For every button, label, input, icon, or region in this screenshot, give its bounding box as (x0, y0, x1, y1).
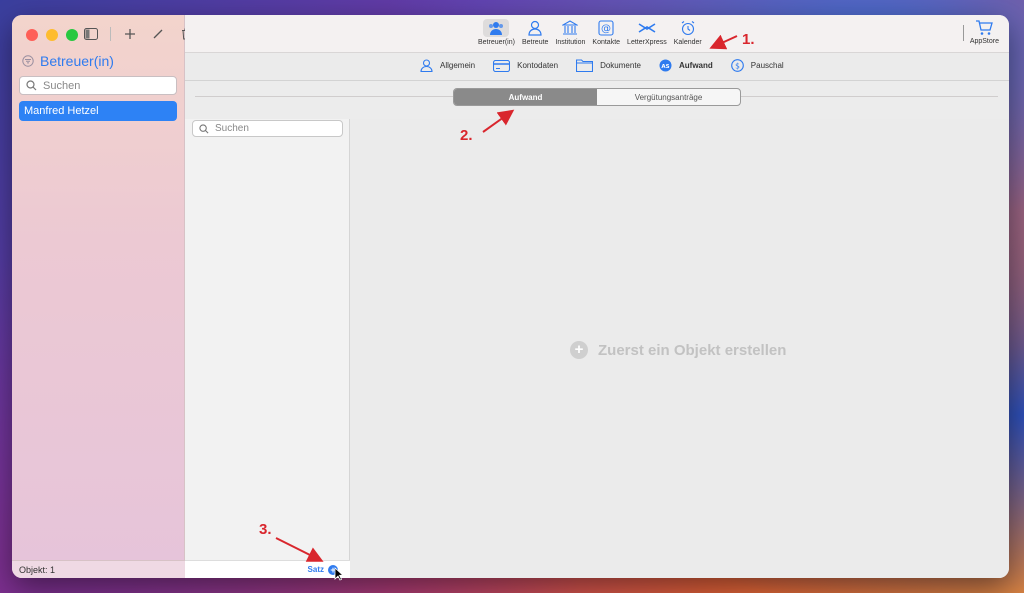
toolbar-item-label: Betreuer(in) (478, 39, 515, 46)
segmented-control-row: Aufwand Vergütungsanträge (185, 88, 1009, 106)
empty-state: + Zuerst ein Objekt erstellen (570, 341, 786, 359)
annotation-label-1: 1. (742, 31, 755, 48)
subtab-label: Dokumente (600, 61, 641, 70)
main-toolbar: Betreuer(in) Betreute Institution @ Kont… (185, 15, 1009, 53)
window-controls (26, 29, 78, 41)
search-icon (26, 80, 37, 91)
sidebar-header[interactable]: Betreuer(in) (22, 53, 114, 69)
record-list-pane: Suchen Satz + (185, 119, 350, 578)
add-satz-label[interactable]: Satz (308, 565, 324, 574)
object-count: Objekt: 1 (12, 560, 185, 578)
subtab-pauschal[interactable]: $ Pauschal (730, 59, 784, 72)
toolbar-item-betreute[interactable]: Betreute (522, 19, 548, 46)
svg-text:$: $ (735, 61, 740, 70)
sidebar-toolbar (82, 25, 195, 43)
subtab-label: Pauschal (750, 61, 784, 70)
appstore-label: AppStore (969, 38, 999, 45)
toolbar-item-label: Kontakte (592, 39, 621, 46)
toolbar-item-label: Kalender (673, 39, 702, 46)
segmented-control: Aufwand Vergütungsanträge (453, 88, 741, 106)
at-card-icon: @ (598, 20, 614, 36)
person-icon (528, 20, 542, 36)
bank-icon (562, 20, 579, 35)
sidebar: Betreuer(in) Suchen Manfred Hetzel Objek… (12, 15, 191, 578)
sidebar-search-placeholder: Suchen (43, 79, 81, 92)
toolbar-item-kalender[interactable]: Kalender (674, 19, 702, 46)
subtab-aufwand[interactable]: AS Aufwand (659, 59, 713, 72)
toolbar-item-betreuer[interactable]: Betreuer(in) (478, 19, 515, 46)
edit-icon[interactable] (149, 25, 167, 43)
svg-text:@: @ (601, 24, 611, 35)
subtab-allgemein[interactable]: Allgemein (420, 59, 475, 72)
cart-icon (976, 20, 994, 35)
annotation-label-3: 3. (259, 521, 272, 538)
list-item-selected[interactable]: Manfred Hetzel (19, 101, 177, 121)
zoom-window-button[interactable] (66, 29, 78, 41)
close-window-button[interactable] (26, 29, 38, 41)
dollar-circle-icon: $ (730, 59, 744, 72)
subtab-dokumente[interactable]: Dokumente (576, 59, 641, 72)
segment-verguetungsantraege[interactable]: Vergütungsanträge (597, 89, 740, 105)
list-search-placeholder: Suchen (215, 123, 249, 134)
toolbar-divider (110, 27, 111, 41)
letterxpress-icon (638, 23, 656, 33)
empty-state-text: Zuerst ein Objekt erstellen (598, 341, 787, 359)
subtab-label: Kontodaten (517, 61, 559, 70)
sub-tab-bar: Allgemein Kontodaten Dokumente AS Aufwan… (185, 53, 1009, 81)
toolbar-item-letterxpress[interactable]: LetterXpress (627, 19, 667, 46)
svg-text:AS: AS (661, 64, 669, 70)
segment-aufwand[interactable]: Aufwand (454, 89, 597, 105)
subtab-label: Allgemein (440, 61, 476, 70)
person-outline-icon (420, 59, 433, 72)
add-icon[interactable] (121, 25, 139, 43)
main-content: Betreuer(in) Betreute Institution @ Kont… (185, 15, 1009, 578)
filter-icon[interactable] (22, 55, 34, 67)
toolbar-item-label: Institution (555, 39, 586, 46)
sidebar-search-input[interactable]: Suchen (19, 76, 177, 95)
person-group-icon (489, 22, 504, 35)
list-search-input[interactable]: Suchen (192, 120, 343, 137)
plus-circle-icon: + (570, 341, 588, 359)
annotation-label-2: 2. (460, 127, 473, 144)
credit-card-icon (493, 59, 511, 72)
toolbar-item-label: Betreute (521, 39, 549, 46)
minimize-window-button[interactable] (46, 29, 58, 41)
as-badge-icon: AS (659, 59, 672, 72)
app-window: Betreuer(in) Suchen Manfred Hetzel Objek… (12, 15, 1009, 578)
list-footer: Satz + (185, 560, 350, 578)
toolbar-divider (963, 25, 964, 41)
sidebar-title: Betreuer(in) (40, 53, 114, 69)
folder-icon (576, 59, 594, 72)
search-icon (199, 123, 209, 133)
mouse-cursor-icon (334, 567, 344, 581)
toolbar-item-institution[interactable]: Institution (555, 19, 585, 46)
appstore-button[interactable]: AppStore (970, 20, 999, 45)
subtab-label: Aufwand (679, 61, 713, 70)
toolbar-item-kontakte[interactable]: @ Kontakte (592, 19, 620, 46)
sidebar-toggle-icon[interactable] (82, 25, 100, 43)
detail-pane: + Zuerst ein Objekt erstellen (350, 119, 1009, 578)
alarm-clock-icon (681, 21, 695, 36)
toolbar-item-label: LetterXpress (627, 39, 667, 46)
subtab-kontodaten[interactable]: Kontodaten (493, 59, 558, 72)
